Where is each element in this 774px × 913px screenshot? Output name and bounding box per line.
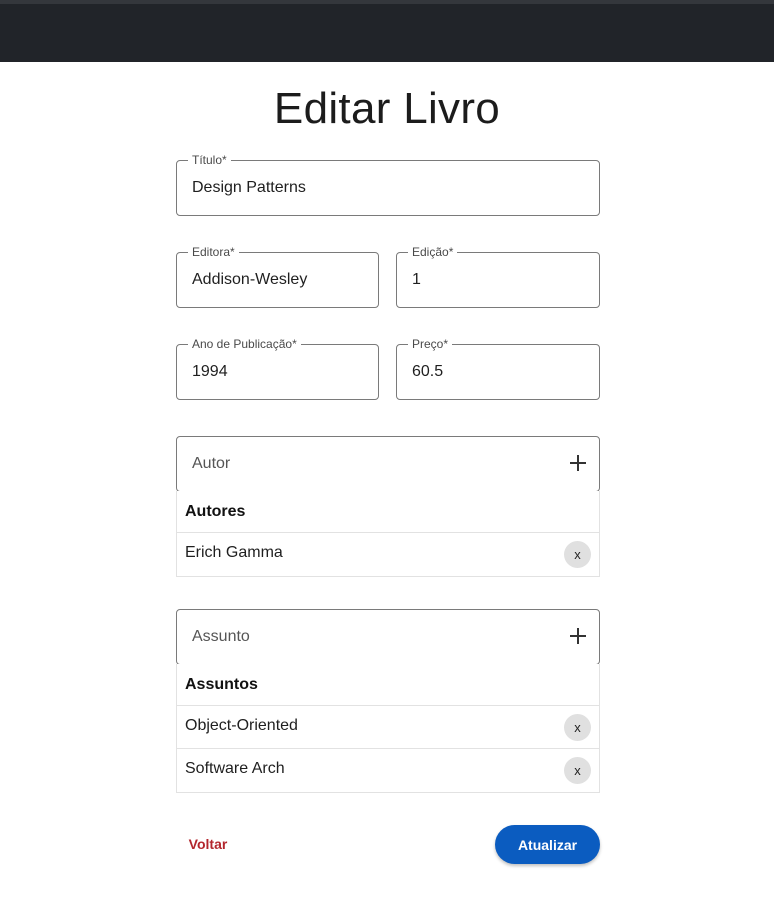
autor-field[interactable] bbox=[176, 436, 600, 492]
autores-list-header: Autores bbox=[177, 491, 599, 533]
assunto-name: Object-Oriented bbox=[185, 717, 298, 734]
edicao-input[interactable] bbox=[412, 253, 587, 307]
top-navbar bbox=[0, 0, 774, 62]
autores-list: Autores Erich Gamma x bbox=[176, 491, 600, 577]
remove-assunto-button[interactable]: x bbox=[564, 757, 591, 784]
remove-autor-button[interactable]: x bbox=[564, 541, 591, 568]
ano-publicacao-input[interactable] bbox=[192, 345, 366, 399]
ano-publicacao-field[interactable]: Ano de Publicação* bbox=[176, 337, 379, 400]
preco-field[interactable]: Preço* bbox=[396, 337, 600, 400]
list-item: Software Arch x bbox=[177, 749, 599, 792]
plus-icon bbox=[570, 455, 586, 471]
titulo-field[interactable]: Título* bbox=[176, 153, 600, 216]
editora-field[interactable]: Editora* bbox=[176, 245, 379, 308]
assuntos-list: Assuntos Object-Oriented x Software Arch… bbox=[176, 664, 600, 793]
autor-input[interactable] bbox=[192, 437, 587, 491]
autor-name: Erich Gamma bbox=[185, 544, 283, 561]
add-assunto-button[interactable] bbox=[567, 625, 589, 647]
preco-input[interactable] bbox=[412, 345, 587, 399]
assuntos-list-header: Assuntos bbox=[177, 664, 599, 706]
page-title: Editar Livro bbox=[273, 84, 501, 133]
list-item: Erich Gamma x bbox=[177, 533, 599, 576]
update-button[interactable]: Atualizar bbox=[495, 825, 600, 864]
remove-assunto-button[interactable]: x bbox=[564, 714, 591, 741]
edicao-field[interactable]: Edição* bbox=[396, 245, 600, 308]
list-item: Object-Oriented x bbox=[177, 706, 599, 749]
editora-input[interactable] bbox=[192, 253, 366, 307]
assunto-name: Software Arch bbox=[185, 760, 285, 777]
assunto-field[interactable] bbox=[176, 609, 600, 665]
add-autor-button[interactable] bbox=[567, 452, 589, 474]
titulo-input[interactable] bbox=[192, 161, 587, 215]
assunto-input[interactable] bbox=[192, 610, 587, 664]
plus-icon bbox=[570, 628, 586, 644]
back-button[interactable]: Voltar bbox=[178, 828, 238, 860]
